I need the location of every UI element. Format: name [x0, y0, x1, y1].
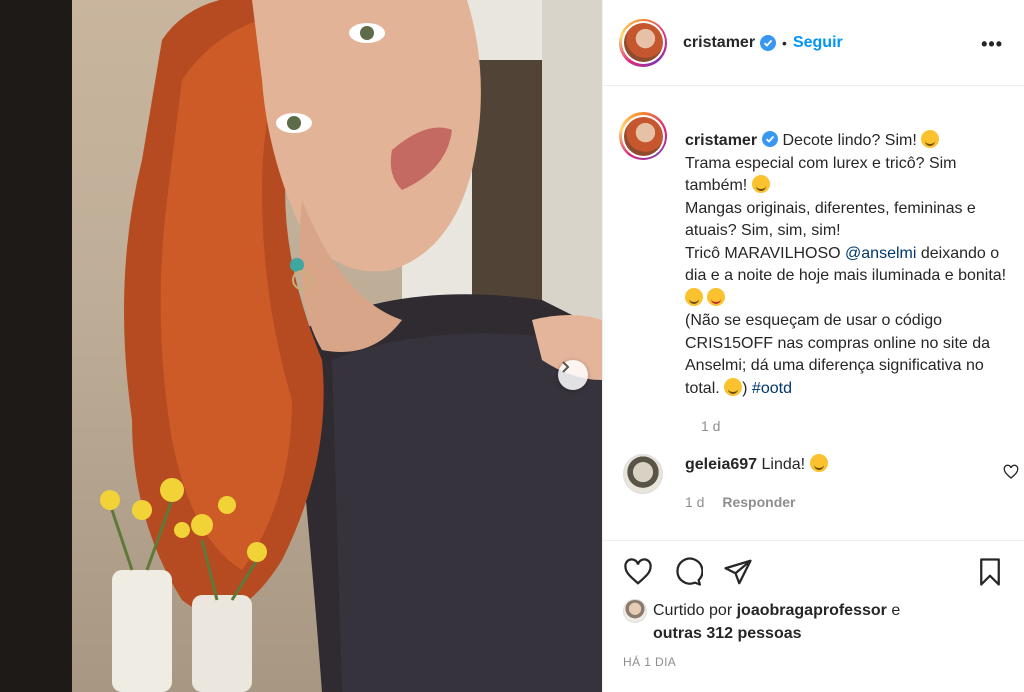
comment-text: geleia697 Linda! — [685, 454, 828, 474]
likes-prefix: Curtido por — [653, 602, 733, 619]
commenter-username[interactable]: geleia697 — [685, 456, 757, 473]
star-eyes-emoji-icon — [751, 175, 770, 193]
chevron-right-icon — [562, 361, 570, 373]
liker-username[interactable]: joaobragaprofessor — [737, 602, 887, 619]
post-side-panel: cristamer • Seguir ••• cristamer Decote … — [602, 0, 1024, 692]
caption-time[interactable]: 1 d — [701, 418, 720, 434]
grinning-emoji-icon — [921, 130, 940, 148]
caption-line-2: Trama especial com lurex e tricô? Sim ta… — [685, 154, 957, 195]
comments-section: cristamer Decote lindo? Sim! Trama espec… — [603, 100, 1024, 540]
heart-eyes-emoji-icon — [707, 287, 726, 306]
post-header: cristamer • Seguir ••• — [603, 0, 1024, 86]
caption-username[interactable]: cristamer — [685, 132, 757, 149]
comment-like-heart-icon[interactable] — [1003, 464, 1019, 480]
mention-link[interactable]: @anselmi — [845, 245, 916, 262]
caption-avatar[interactable] — [619, 112, 667, 160]
smile-emoji-icon — [809, 454, 828, 472]
share-paper-plane-icon[interactable] — [723, 557, 753, 587]
commenter-avatar[interactable] — [623, 454, 663, 494]
caption-line-4a: Tricô MARAVILHOSO — [685, 244, 841, 262]
star-eyes-emoji-icon — [685, 287, 703, 306]
carousel-next-button[interactable] — [558, 360, 588, 390]
separator-dot: • — [782, 34, 787, 51]
caption-line-3: Mangas originais, diferentes, femininas … — [685, 199, 976, 240]
more-options-icon[interactable]: ••• — [981, 34, 1003, 55]
comment-time[interactable]: 1 d — [685, 494, 704, 510]
likes-summary: Curtido por joaobragaprofessor e outras … — [623, 599, 1013, 645]
caption-line-5-end: ) — [742, 379, 748, 397]
verified-badge-icon — [762, 131, 779, 147]
comment-meta: 1 d Responder — [685, 494, 795, 510]
like-heart-icon[interactable] — [623, 557, 653, 587]
comment-bubble-icon[interactable] — [673, 557, 703, 587]
save-bookmark-icon[interactable] — [975, 557, 1005, 587]
post-photo[interactable] — [72, 0, 602, 692]
liker-avatar[interactable] — [623, 599, 647, 623]
photo-illustration — [100, 0, 602, 692]
post-timestamp[interactable]: HÁ 1 DIA — [623, 655, 676, 669]
caption-line-1: Decote lindo? Sim! — [782, 132, 917, 149]
likes-others-link[interactable]: outras 312 pessoas — [653, 625, 802, 642]
background-strip — [0, 0, 72, 692]
likes-and: e — [891, 602, 901, 619]
reply-button[interactable]: Responder — [722, 494, 795, 510]
author-avatar[interactable] — [619, 18, 667, 67]
hashtag-link[interactable]: #ootd — [752, 380, 792, 397]
verified-badge-icon — [760, 34, 777, 51]
comment-body: Linda! — [761, 456, 806, 473]
likes-text: Curtido por joaobragaprofessor e outras … — [653, 599, 900, 645]
caption-text: cristamer Decote lindo? Sim! Trama espec… — [685, 130, 1020, 400]
follow-button[interactable]: Seguir — [793, 34, 843, 52]
comment-item: geleia697 Linda! 1 d Responder — [623, 452, 1023, 512]
actions-bar: Curtido por joaobragaprofessor e outras … — [603, 540, 1024, 692]
author-username[interactable]: cristamer — [683, 34, 755, 52]
wink-emoji-icon — [724, 377, 743, 396]
